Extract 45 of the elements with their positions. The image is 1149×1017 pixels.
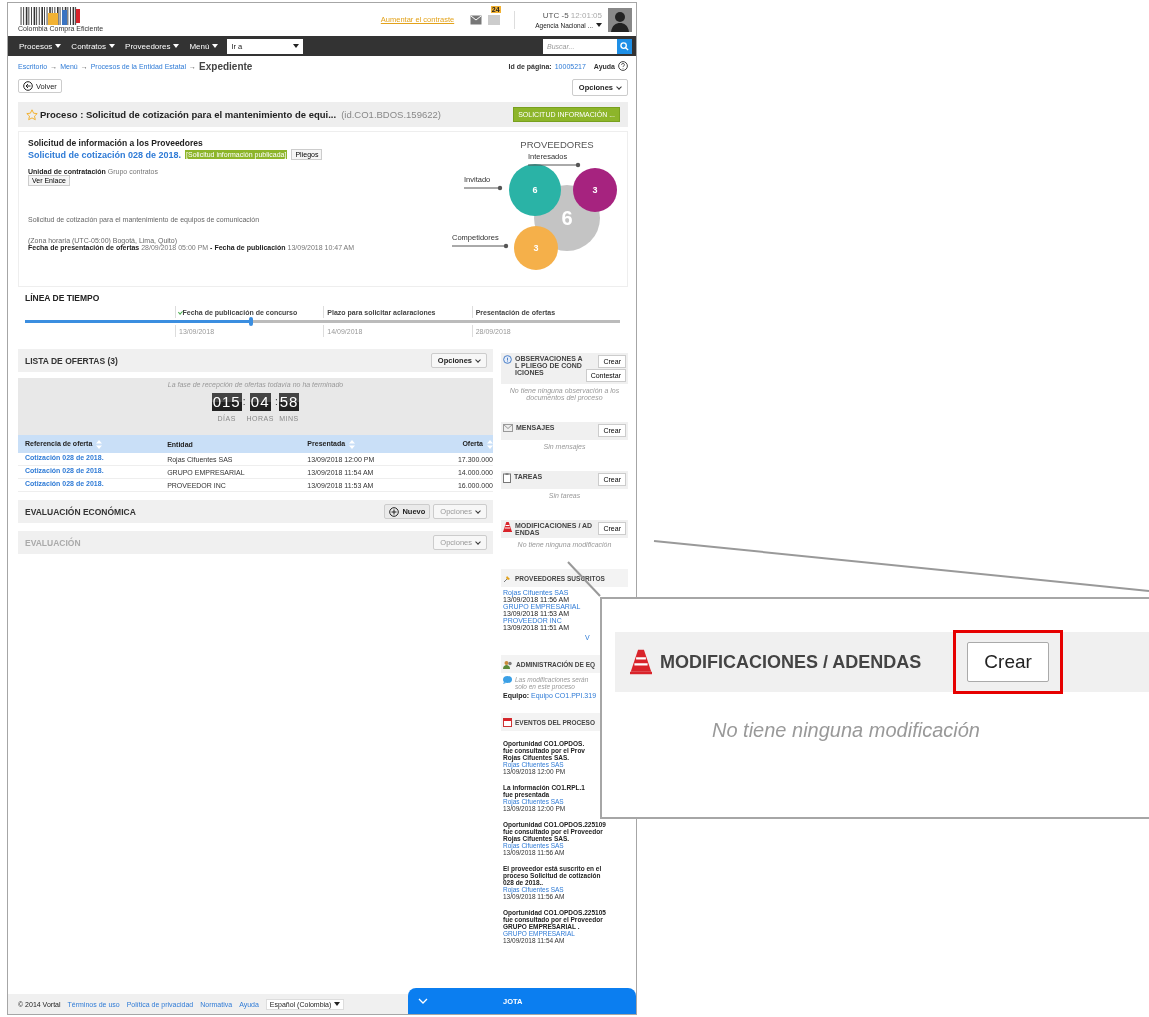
summary-heading: Solicitud de información a los Proveedores — [28, 138, 203, 148]
evaluation-title: EVALUACIÓN ECONÓMICA — [25, 506, 136, 517]
leader-line — [527, 162, 580, 168]
bubble-count: 3 — [533, 243, 538, 253]
clipboard-icon — [503, 473, 511, 483]
nav-menu[interactable]: Proveedores — [120, 36, 185, 56]
traffic-cone-icon — [503, 522, 512, 532]
evaluation-title: EVALUACIÓN — [25, 537, 81, 548]
nav-menu[interactable]: Procesos — [14, 36, 67, 56]
leader-line — [451, 243, 508, 249]
plus-icon[interactable] — [389, 506, 400, 517]
countdown-digits: 015 — [211, 393, 242, 411]
nav-menu[interactable]: Menú — [184, 36, 224, 56]
help-icon[interactable] — [618, 61, 628, 71]
speech-bubble-icon — [503, 676, 512, 684]
panel-title: MODIFICACIONES / ADENDAS — [660, 651, 922, 673]
countdown-separator: : — [274, 395, 278, 409]
clock-time: 12:01:05 — [570, 10, 602, 20]
breadcrumb-current: Expediente — [199, 60, 253, 72]
reference-title: Solicitud de cotización 028 de 2018. — [28, 149, 182, 160]
offers-title: LISTA DE OFERTAS (3) — [25, 355, 118, 366]
bubble-count: 6 — [532, 185, 537, 195]
countdown-separator: : — [242, 395, 246, 409]
leader-line — [463, 185, 502, 191]
process-title: Proceso : Solicitud de cotización para el mantenimiento de equi... — [40, 109, 337, 120]
empty-state-text: No tiene ninguna modificación — [712, 719, 980, 742]
nav-menu[interactable]: Contratos — [66, 36, 121, 56]
providers-title: PROVEEDORES — [519, 139, 594, 150]
notification-icon[interactable] — [470, 14, 483, 25]
countdown-digits: 58 — [278, 393, 300, 411]
create-button[interactable]: Crear — [967, 642, 1049, 682]
chevron-down-icon[interactable] — [418, 998, 428, 1004]
pin-icon — [503, 573, 512, 583]
traffic-cone-icon — [630, 649, 652, 675]
bubble-count: 3 — [592, 185, 597, 195]
team-icon — [503, 659, 513, 669]
bubble[interactable] — [572, 168, 617, 212]
back-arrow-icon[interactable] — [23, 81, 33, 91]
star-icon[interactable] — [26, 108, 38, 121]
bubble-count: 6 — [560, 207, 573, 229]
timeline-title: LÍNEA DE TIEMPO — [25, 293, 101, 303]
countdown-digits: 04 — [249, 393, 271, 411]
timezone-label: UTC -5 — [542, 10, 569, 20]
avatar-icon[interactable] — [608, 7, 632, 32]
process-id: (id.CO1.BDOS.159622) — [341, 109, 441, 120]
